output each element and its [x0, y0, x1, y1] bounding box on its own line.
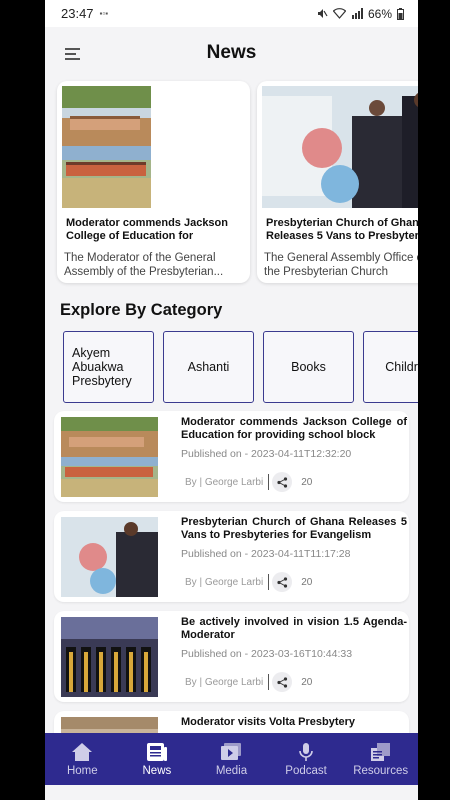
share-button[interactable] — [272, 572, 293, 592]
divider — [268, 574, 270, 590]
news-item[interactable]: Moderator commends Jackson College of Ed… — [54, 411, 409, 502]
nav-label: Home — [66, 765, 98, 777]
news-meta: By | George Larbi 20 — [185, 672, 312, 692]
nav-media[interactable]: Media — [194, 733, 269, 785]
page-title: News — [206, 42, 257, 63]
category-chip[interactable]: Books — [263, 331, 354, 403]
share-button[interactable] — [272, 672, 293, 692]
wifi-icon — [332, 8, 346, 19]
divider — [268, 474, 270, 490]
nav-news[interactable]: News — [120, 733, 195, 785]
news-icon — [146, 743, 167, 761]
featured-excerpt: The Moderator of the General Assembly of… — [64, 252, 224, 278]
nav-podcast[interactable]: Podcast — [269, 733, 344, 785]
featured-card[interactable]: Moderator commends Jackson College of Ed… — [57, 81, 250, 283]
news-date: Published on - 2023-04-11T11:17:28 — [181, 548, 351, 560]
news-thumbnail — [61, 417, 158, 497]
nav-label: News — [142, 765, 172, 777]
menu-icon[interactable] — [65, 48, 82, 60]
resources-icon — [370, 743, 390, 761]
news-title: Moderator visits Volta Presbytery — [181, 716, 356, 728]
news-item[interactable]: Be actively involved in vision 1.5 Agend… — [54, 611, 409, 702]
status-time: 23:47 — [61, 6, 94, 21]
nav-resources[interactable]: Resources — [343, 733, 418, 785]
category-section-title: Explore By Category — [60, 301, 223, 319]
news-author: By | George Larbi — [185, 476, 264, 488]
nav-label: Resources — [353, 765, 409, 777]
notification-icon: ▪▫▪ — [99, 9, 109, 18]
featured-excerpt: The General Assembly Office of the Presb… — [264, 252, 418, 278]
battery-level: 66% — [367, 6, 392, 21]
news-meta: By | George Larbi 20 — [185, 572, 312, 592]
divider — [268, 674, 270, 690]
nav-label: Podcast — [285, 765, 327, 777]
news-author: By | George Larbi — [185, 676, 264, 688]
media-icon — [221, 743, 242, 760]
news-meta: By | George Larbi 20 — [185, 472, 312, 492]
status-bar: 23:47 ▪▫▪ 66% — [45, 0, 418, 27]
home-icon — [72, 743, 93, 761]
phone-screen: 23:47 ▪▫▪ 66% News Moderator commends Ja… — [45, 0, 418, 800]
share-count: 20 — [301, 476, 313, 488]
share-icon — [277, 476, 287, 488]
nav-label: Media — [215, 765, 248, 777]
news-title: Be actively involved in vision 1.5 Agend… — [181, 616, 407, 641]
category-list[interactable]: Akyem Abuakwa Presbytery Ashanti Books C… — [45, 331, 418, 411]
news-item[interactable]: Presbyterian Church of Ghana Releases 5 … — [54, 511, 409, 602]
category-chip[interactable]: Ashanti — [163, 331, 254, 403]
podcast-icon — [299, 743, 313, 761]
mute-icon — [317, 9, 328, 18]
featured-card[interactable]: Presbyterian Church of Ghana Releases 5 … — [257, 81, 418, 283]
featured-image — [262, 86, 418, 208]
signal-icon — [351, 8, 363, 19]
featured-carousel[interactable]: Moderator commends Jackson College of Ed… — [45, 81, 418, 293]
app-bar: News — [45, 27, 418, 79]
battery-icon — [397, 7, 404, 20]
news-author: By | George Larbi — [185, 576, 264, 588]
category-chip[interactable]: Children — [363, 331, 418, 403]
share-count: 20 — [301, 676, 313, 688]
news-date: Published on - 2023-03-16T10:44:33 — [181, 648, 353, 660]
featured-image — [62, 86, 245, 208]
category-chip[interactable]: Akyem Abuakwa Presbytery — [63, 331, 154, 403]
share-button[interactable] — [272, 472, 293, 492]
share-icon — [277, 576, 287, 588]
featured-title: Moderator commends Jackson College of Ed… — [66, 217, 228, 242]
news-thumbnail — [61, 617, 158, 697]
news-title: Presbyterian Church of Ghana Releases 5 … — [181, 516, 407, 541]
news-title: Moderator commends Jackson College of Ed… — [181, 416, 407, 441]
nav-home[interactable]: Home — [45, 733, 120, 785]
news-date: Published on - 2023-04-11T12:32:20 — [181, 448, 352, 460]
share-count: 20 — [301, 576, 313, 588]
bottom-navigation: Home News Media Podcast Resources — [45, 733, 418, 785]
system-nav-bar — [45, 785, 418, 800]
news-thumbnail — [61, 517, 158, 597]
share-icon — [277, 676, 287, 688]
featured-title: Presbyterian Church of Ghana Releases 5 … — [266, 217, 418, 242]
